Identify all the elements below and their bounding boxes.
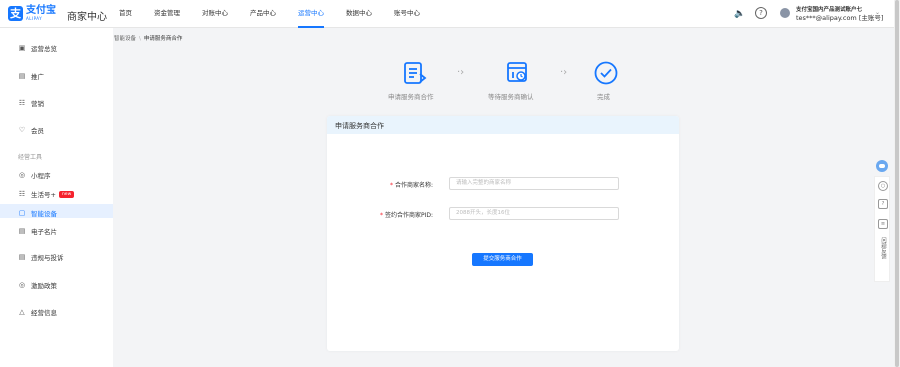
nav-item-products[interactable]: 产品中心 (250, 0, 276, 28)
sidebar-group-title: 经营工具 (18, 154, 43, 161)
new-icon[interactable]: ≡ (878, 219, 888, 229)
assistant-mascot-icon[interactable] (876, 160, 888, 172)
info-icon: △ (19, 308, 25, 316)
sidebar-item-incentive[interactable]: ◎ 激励政策 (18, 280, 57, 290)
sidebar-item-label: 营销 (31, 100, 44, 108)
step-label-done: 完成 (597, 93, 610, 101)
nav-item-data[interactable]: 数据中心 (346, 0, 372, 28)
top-nav: 首页 资金管理 对账中心 产品中心 运营中心 数据中心 账号中心 (119, 0, 442, 28)
logo-cn-text: 支付宝 (26, 5, 56, 16)
miniapp-icon: ◎ (18, 171, 26, 179)
ecard-icon: ▤ (18, 227, 26, 235)
complete-check-icon (594, 61, 618, 85)
marketing-icon: ☷ (18, 99, 26, 107)
breadcrumb: 智能设备 \ 申请服务商合作 (114, 34, 182, 42)
service-icon[interactable]: ○ (878, 181, 888, 191)
breadcrumb-separator: \ (139, 36, 141, 42)
merchant-name-label: * 合作商家名称: (390, 182, 434, 189)
step-label-waiting: 等待服务商确认 (488, 93, 534, 101)
card-title: 申请服务商合作 (335, 122, 384, 130)
step-label-apply: 申请服务商合作 (388, 93, 434, 101)
nav-item-account[interactable]: 账号中心 (394, 0, 420, 28)
sidebar-item-info[interactable]: △ 经营信息 (18, 307, 57, 317)
smartdevice-icon: ▢ (18, 209, 26, 217)
sidebar-item-smartdevice[interactable]: ▢ 智能设备 (18, 208, 57, 218)
chevron-down-icon[interactable]: ⌄ (875, 9, 880, 16)
required-asterisk: * (390, 182, 393, 189)
sidebar-item-label: 会员 (31, 127, 44, 135)
sidebar-item-label: 推广 (31, 73, 44, 81)
sidebar-item-ecard[interactable]: ▤ 电子名片 (18, 226, 57, 236)
scrollbar-thumb[interactable] (895, 0, 899, 367)
sidebar-item-lifeaccount[interactable]: ☷ 生活号+ new (18, 189, 75, 199)
sidebar-item-promotion[interactable]: ▤ 推广 (18, 71, 44, 81)
step-arrow-icon: ·› (457, 67, 465, 78)
waiting-calendar-icon (507, 62, 527, 82)
logo-en-text: ALIPAY (26, 16, 43, 21)
feedback-link[interactable]: 问题反馈 (879, 237, 887, 259)
card-header: 申请服务商合作 (327, 116, 679, 134)
promo-icon: ▤ (18, 72, 26, 80)
sidebar-item-label: 激励政策 (31, 282, 57, 290)
alipay-logo[interactable]: 支 支付宝 ALIPAY (8, 6, 56, 21)
apply-document-icon (404, 62, 427, 84)
avatar[interactable] (780, 8, 790, 18)
complaint-icon: ▤ (18, 253, 26, 261)
sidebar-item-label: 智能设备 (31, 210, 57, 218)
lifeaccount-icon: ☷ (18, 190, 26, 198)
float-toolbar: ○ ? ≡ 问题反馈 (874, 176, 890, 282)
sidebar-item-label: 违规与投诉 (31, 254, 64, 262)
nav-item-funds[interactable]: 资金管理 (154, 0, 180, 28)
alipay-logo-icon: 支 (8, 6, 23, 21)
sidebar-item-label: 运营总览 (31, 45, 57, 53)
incentive-icon: ◎ (18, 281, 26, 289)
sidebar-item-marketing[interactable]: ☷ 营销 (18, 98, 44, 108)
sidebar-item-member[interactable]: ♡ 会员 (18, 125, 44, 135)
merchant-center-title: 商家中心 (67, 12, 107, 23)
merchant-pid-input[interactable]: 2088开头，长度16位 (449, 207, 619, 220)
submit-cooperation-button[interactable]: 提交服务商合作 (472, 253, 533, 266)
nav-item-operations[interactable]: 运营中心 (298, 0, 324, 28)
sidebar-item-miniapp[interactable]: ◎ 小程序 (18, 170, 51, 180)
sidebar: ▣ 运营总览 ▤ 推广 ☷ 营销 ♡ 会员 经营工具 ◎ 小程序 ☷ 生活号+ … (0, 28, 113, 367)
sidebar-item-overview[interactable]: ▣ 运营总览 (18, 43, 57, 53)
breadcrumb-parent-link[interactable]: 智能设备 (114, 36, 136, 42)
required-asterisk: * (380, 212, 383, 219)
sidebar-item-label: 小程序 (31, 172, 51, 180)
overview-icon: ▣ (18, 44, 26, 52)
sidebar-item-complaint[interactable]: ▤ 违规与投诉 (18, 252, 64, 262)
breadcrumb-current: 申请服务商合作 (143, 36, 183, 42)
top-bar: 支 支付宝 ALIPAY 商家中心 首页 资金管理 对账中心 产品中心 运营中心… (0, 0, 900, 28)
sidebar-item-label: 经营信息 (31, 309, 57, 317)
sound-icon[interactable]: 🔈 (734, 9, 745, 19)
merchant-pid-label: * 签约合作商家PID: (380, 212, 434, 219)
apply-form-card: 申请服务商合作 (327, 116, 679, 351)
sidebar-item-label: 电子名片 (31, 228, 57, 236)
member-icon: ♡ (18, 126, 26, 134)
nav-item-reconciliation[interactable]: 对账中心 (202, 0, 228, 28)
nav-item-home[interactable]: 首页 (119, 0, 132, 28)
merchant-name-input[interactable]: 请输入完整的商家名称 (449, 177, 619, 190)
new-badge: new (58, 190, 75, 198)
step-arrow-icon: ·› (560, 67, 568, 78)
account-email: tes***@alipay.com [主账号] (796, 14, 884, 22)
question-icon[interactable]: ? (878, 199, 888, 209)
sidebar-item-label: 生活号+ (31, 191, 56, 199)
help-icon[interactable]: ? (755, 7, 767, 19)
